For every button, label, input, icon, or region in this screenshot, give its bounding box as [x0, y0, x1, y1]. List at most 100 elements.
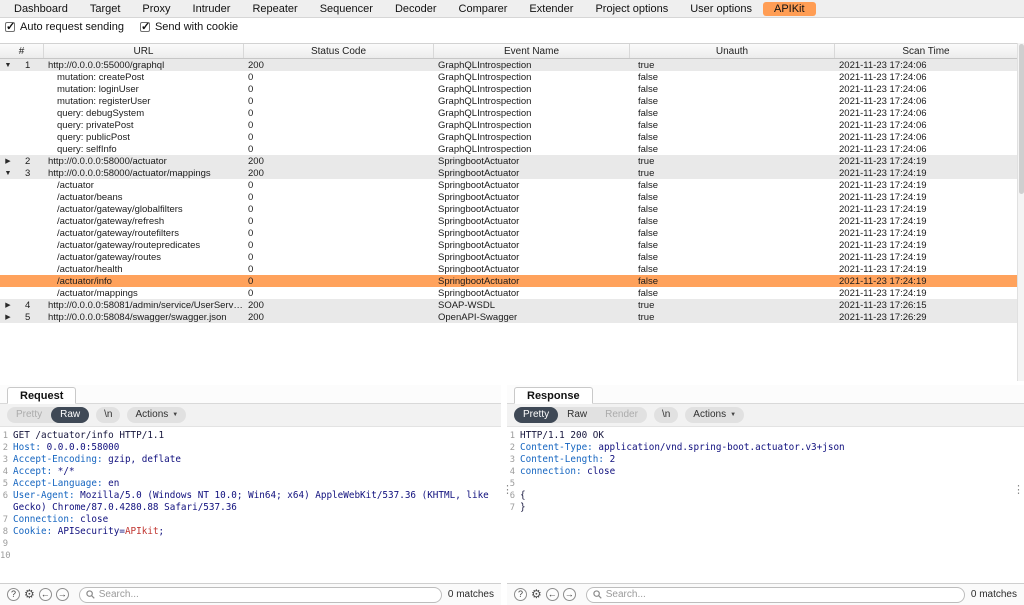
table-row[interactable]: /actuator/gateway/globalfilters 0 Springbo…	[0, 203, 1017, 215]
prev-match-icon[interactable]: ←	[545, 588, 559, 601]
tab-response[interactable]: Response	[514, 387, 593, 404]
menu-tab-repeater[interactable]: Repeater	[241, 2, 308, 16]
table-row[interactable]: /actuator/beans 0 SpringbootActuator false 2…	[0, 191, 1017, 203]
menu-tab-apikit[interactable]: APIKit	[762, 1, 816, 16]
table-row[interactable]: /actuator 0 SpringbootActuator false 2021-11…	[0, 179, 1017, 191]
line-number: 4	[509, 467, 515, 477]
menu-tab-project-options[interactable]: Project options	[584, 2, 679, 16]
search-input-wrapper	[585, 586, 965, 603]
newline-toggle-button[interactable]: \n	[96, 407, 121, 423]
line-content: Connection: close	[13, 514, 501, 526]
gear-icon[interactable]: ⚙	[24, 588, 35, 601]
view-raw-button[interactable]: Raw	[558, 407, 596, 423]
help-icon[interactable]: ?	[7, 588, 20, 601]
table-row[interactable]: query: publicPost 0 GraphQLIntrospection fa…	[0, 131, 1017, 143]
table-scrollbar[interactable]	[1017, 43, 1024, 381]
view-raw-button[interactable]: Raw	[51, 407, 90, 423]
column-header-url[interactable]: URL	[44, 44, 244, 58]
expander-icon[interactable]: ▶	[0, 301, 16, 309]
table-row[interactable]: /actuator/gateway/refresh 0 SpringbootActu…	[0, 215, 1017, 227]
menu-tab-user-options[interactable]: User options	[679, 2, 763, 16]
panel-splitter[interactable]: ⋮	[501, 385, 513, 605]
next-match-icon[interactable]: →	[55, 588, 69, 601]
table-row[interactable]: /actuator/info 0 SpringbootActuator false 20…	[0, 275, 1017, 287]
line-number: 1	[509, 431, 515, 441]
table-row[interactable]: /actuator/gateway/routefilters 0 Springboo…	[0, 227, 1017, 239]
line-number: 7	[509, 503, 515, 513]
option-auto-request-sending[interactable]: Auto request sending	[5, 20, 124, 33]
table-row[interactable]: ▼ 3 http://0.0.0.0:58000/actuator/mappings…	[0, 167, 1017, 179]
cell-event-name: SpringbootActuator	[438, 239, 520, 251]
table-row[interactable]: ▶ 4 http://0.0.0.0:58081/admin/service/Use…	[0, 299, 1017, 311]
expander-icon[interactable]: ▶	[0, 313, 16, 321]
newline-toggle-button[interactable]: \n	[653, 407, 679, 423]
option-label: Send with cookie	[154, 20, 239, 33]
code-line: 7}	[507, 502, 1024, 514]
line-number: 7	[2, 515, 8, 525]
menu-tab-proxy[interactable]: Proxy	[131, 2, 181, 16]
cell-event-name: GraphQLIntrospection	[438, 83, 532, 95]
tab-request[interactable]: Request	[7, 387, 77, 404]
column-header-scan-time[interactable]: Scan Time	[835, 44, 1017, 58]
checkbox-icon[interactable]	[139, 20, 150, 33]
actions-button[interactable]: Actions ▼	[685, 407, 745, 423]
cell-url: /actuator/mappings	[57, 287, 138, 299]
menu-tab-sequencer[interactable]: Sequencer	[309, 2, 384, 16]
cell-unauth: false	[638, 71, 659, 83]
request-toolbar: Pretty Raw \n Actions ▼	[0, 404, 501, 427]
next-match-icon[interactable]: →	[562, 588, 576, 601]
request-editor[interactable]: 1 GET /actuator/info HTTP/1.1 2 Host: 0.0.0…	[0, 427, 501, 583]
button-label: \n	[661, 409, 671, 420]
scrollbar-thumb[interactable]	[1019, 44, 1024, 194]
menu-tab-decoder[interactable]: Decoder	[384, 2, 448, 16]
menu-tab-extender[interactable]: Extender	[518, 2, 584, 16]
expander-icon[interactable]: ▼	[0, 62, 16, 69]
prev-match-icon[interactable]: ←	[38, 588, 52, 601]
line-number: 3	[2, 455, 8, 465]
cell-url: /actuator/gateway/refresh	[57, 215, 165, 227]
table-row[interactable]: mutation: createPost 0 GraphQLIntrospectio…	[0, 71, 1017, 83]
line-number: 4	[2, 467, 8, 477]
expander-icon[interactable]: ▼	[0, 170, 16, 177]
menu-tab-comparer[interactable]: Comparer	[448, 2, 519, 16]
table-row[interactable]: query: debugSystem 0 GraphQLIntrospection f…	[0, 107, 1017, 119]
menu-tab-intruder[interactable]: Intruder	[182, 2, 242, 16]
column-header-unauth[interactable]: Unauth	[630, 44, 835, 58]
search-input[interactable]	[98, 589, 435, 600]
table-row[interactable]: mutation: loginUser 0 GraphQLIntrospection…	[0, 83, 1017, 95]
gear-icon[interactable]: ⚙	[531, 588, 542, 601]
table-row[interactable]: query: selfInfo 0 GraphQLIntrospection fals…	[0, 143, 1017, 155]
option-send-with-cookie[interactable]: Send with cookie	[139, 20, 239, 33]
column-header-status-code[interactable]: Status Code	[244, 44, 434, 58]
cell-scan-time: 2021-11-23 17:24:19	[839, 179, 927, 191]
cell-event-name: OpenAPI-Swagger	[438, 311, 518, 323]
table-row[interactable]: mutation: registerUser 0 GraphQLIntrospect…	[0, 95, 1017, 107]
view-pretty-button[interactable]: Pretty	[514, 407, 559, 423]
cell-unauth: false	[638, 191, 659, 203]
cell-event-name: SpringbootActuator	[438, 215, 520, 227]
table-row[interactable]: /actuator/gateway/routepredicates 0 Spring…	[0, 239, 1017, 251]
cell-scan-time: 2021-11-23 17:24:19	[839, 167, 927, 179]
line-number: 2	[509, 443, 515, 453]
column-header-event-name[interactable]: Event Name	[434, 44, 630, 58]
menu-tab-target[interactable]: Target	[79, 2, 132, 16]
table-row[interactable]: /actuator/health 0 SpringbootActuator false…	[0, 263, 1017, 275]
expander-icon[interactable]: ▶	[0, 157, 16, 165]
table-row[interactable]: ▶ 2 http://0.0.0.0:58000/actuator 200 Spring…	[0, 155, 1017, 167]
table-row[interactable]: /actuator/gateway/routes 0 SpringbootActua…	[0, 251, 1017, 263]
help-icon[interactable]: ?	[514, 588, 527, 601]
splitter-handle-icon[interactable]: ⋮	[502, 483, 513, 496]
menu-tab-dashboard[interactable]: Dashboard	[3, 2, 79, 16]
checkbox-icon[interactable]	[5, 20, 15, 33]
actions-button[interactable]: Actions ▼	[127, 407, 187, 423]
table-row[interactable]: ▼ 1 http://0.0.0.0:55000/graphql 200 GraphQL…	[0, 59, 1017, 71]
table-row[interactable]: ▶ 5 http://0.0.0.0:58084/swagger/swagger.j…	[0, 311, 1017, 323]
cell-unauth: true	[638, 299, 655, 311]
table-row[interactable]: /actuator/mappings 0 SpringbootActuator fal…	[0, 287, 1017, 299]
right-splitter-handle-icon[interactable]: ⋮	[1013, 483, 1024, 496]
column-header-num[interactable]: #	[0, 44, 44, 58]
response-editor[interactable]: 1 HTTP/1.1 200 OK 2 Content-Type: applicati…	[507, 427, 1024, 583]
table-row[interactable]: query: privatePost 0 GraphQLIntrospection f…	[0, 119, 1017, 131]
search-input[interactable]	[605, 589, 958, 600]
code-line: 6 User-Agent: Mozilla/5.0 (Windows NT 10.…	[0, 490, 501, 514]
